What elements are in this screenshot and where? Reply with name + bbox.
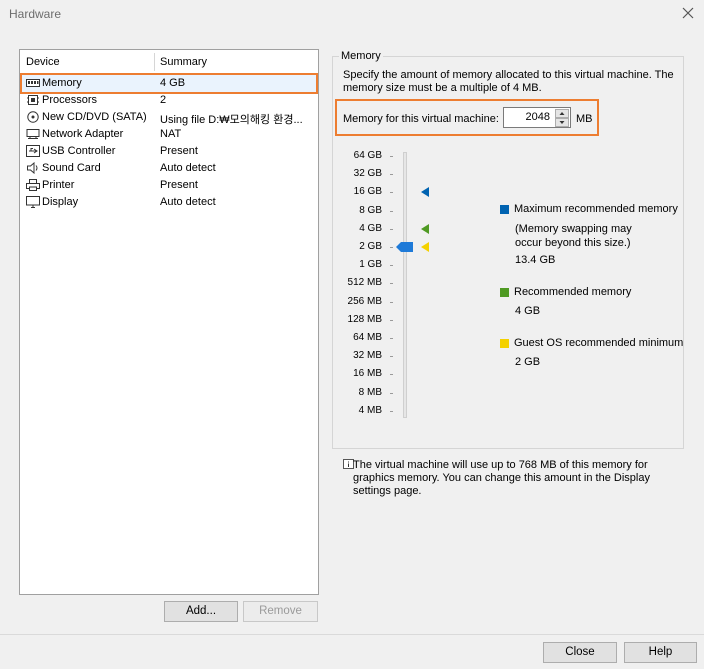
scale-tick: [390, 283, 393, 285]
recommended-value: 4 GB: [515, 305, 541, 317]
scale-label: 64 GB: [353, 150, 382, 161]
scale-label: 16 GB: [353, 186, 382, 198]
max-recommended-marker-icon: [421, 187, 429, 198]
guest-minimum-swatch: [500, 339, 509, 348]
device-row-cd-dvd[interactable]: New CD/DVD (SATA) Using file D:₩모의해킹 환경.…: [20, 109, 318, 126]
scale-label: 8 MB: [358, 386, 382, 398]
scale-label: 2 GB: [359, 241, 382, 252]
close-button[interactable]: Close: [543, 642, 617, 663]
recommended-label: Recommended memory: [514, 286, 632, 298]
device-name: Display: [42, 196, 79, 208]
device-summary: Auto detect: [160, 162, 216, 174]
column-divider: [154, 53, 155, 71]
recommended-swatch: [500, 288, 509, 297]
device-row-processors[interactable]: Processors 2: [20, 92, 318, 109]
device-name: Sound Card: [42, 162, 101, 174]
scale-label: 512 MB: [347, 277, 382, 289]
recommended-marker-icon: [421, 223, 429, 234]
scale-tick: [390, 192, 393, 194]
guest-minimum-marker-icon: [421, 242, 429, 252]
scale-label: 4 GB: [359, 222, 382, 234]
memory-description: Specify the amount of memory allocated t…: [343, 69, 674, 94]
guest-minimum-label: Guest OS recommended minimum: [514, 337, 684, 349]
scale-tick: [390, 392, 393, 394]
scale-label: 1 GB: [359, 259, 382, 271]
device-row-usb-controller[interactable]: USB Controller Present: [20, 143, 318, 160]
scale-label: 16 MB: [353, 368, 382, 380]
remove-device-button[interactable]: Remove: [243, 601, 318, 622]
scale-tick: [390, 374, 393, 376]
spin-down-button[interactable]: [555, 118, 569, 127]
add-device-button[interactable]: Add...: [164, 601, 238, 622]
printer-icon: [26, 179, 40, 191]
help-button[interactable]: Help: [624, 642, 697, 663]
max-recommended-value: 13.4 GB: [515, 254, 556, 266]
column-header-device[interactable]: Device: [26, 56, 60, 68]
device-name: Printer: [42, 179, 75, 191]
device-summary: NAT: [160, 128, 182, 140]
device-row-printer[interactable]: Printer Present: [20, 177, 318, 194]
network-adapter-icon: [26, 129, 40, 139]
scale-label: 128 MB: [347, 313, 382, 325]
footer-divider: [0, 634, 704, 635]
scale-tick: [390, 338, 393, 339]
cd-dvd-icon: [27, 111, 39, 123]
scale-tick: [390, 301, 393, 303]
scale-tick: [390, 410, 393, 412]
memory-row-highlight: [20, 73, 318, 94]
chevron-down-icon: [559, 121, 565, 124]
scale-label: 256 MB: [347, 295, 382, 307]
column-header-summary[interactable]: Summary: [160, 56, 207, 68]
scale-tick: [390, 228, 393, 230]
memory-slider-thumb[interactable]: [396, 241, 414, 253]
memory-size-value[interactable]: 2048: [526, 111, 550, 123]
device-summary: Auto detect: [160, 196, 216, 208]
device-summary: 2: [160, 94, 167, 106]
memory-field-label: Memory for this virtual machine:: [343, 113, 499, 125]
device-name: Network Adapter: [42, 128, 124, 140]
device-row-display[interactable]: Display Auto detect: [20, 194, 318, 211]
scale-tick: [390, 210, 393, 212]
scale-tick: [390, 319, 393, 321]
scale-label: 8 GB: [359, 204, 382, 216]
speaker-icon: [27, 162, 38, 174]
scale-tick: [390, 265, 393, 267]
device-list: Device Summary Memory 4 GB Processors 2 …: [19, 49, 319, 595]
device-list-header: Device Summary: [20, 50, 318, 72]
scale-label: 32 MB: [353, 350, 382, 362]
processor-icon: [27, 95, 39, 105]
max-recommended-note: (Memory swapping may occur beyond this s…: [515, 223, 632, 249]
guest-minimum-value: 2 GB: [515, 356, 541, 368]
memory-size-spinbox[interactable]: 2048: [503, 107, 571, 128]
chevron-up-icon: [559, 112, 565, 115]
scale-tick: [390, 156, 393, 157]
scale-tick: [390, 174, 393, 176]
scale-label: 64 MB: [353, 332, 382, 343]
device-name: New CD/DVD (SATA): [42, 111, 147, 123]
memory-unit-label: MB: [576, 113, 593, 125]
close-icon[interactable]: [680, 5, 696, 21]
display-icon: [26, 196, 40, 208]
usb-icon: [26, 145, 40, 157]
device-name: USB Controller: [42, 145, 116, 157]
device-summary: Using file D:₩모의해킹 환경...: [160, 114, 303, 126]
device-summary: Present: [160, 145, 198, 157]
device-row-sound-card[interactable]: Sound Card Auto detect: [20, 160, 318, 177]
scale-label: 4 MB: [358, 404, 382, 416]
graphics-memory-info: The virtual machine will use up to 768 M…: [353, 459, 650, 497]
window-title: Hardware: [9, 7, 62, 21]
memory-slider-track[interactable]: [403, 152, 407, 418]
device-row-network-adapter[interactable]: Network Adapter NAT: [20, 126, 318, 143]
scale-label: 32 GB: [353, 168, 382, 180]
scale-tick: [390, 247, 393, 248]
scale-tick: [390, 356, 393, 358]
max-recommended-label: Maximum recommended memory: [514, 203, 678, 215]
spin-up-button[interactable]: [555, 109, 569, 118]
device-summary: Present: [160, 179, 198, 191]
max-recommended-swatch: [500, 205, 509, 214]
memory-group-title: Memory: [339, 50, 383, 62]
device-name: Processors: [42, 94, 98, 106]
